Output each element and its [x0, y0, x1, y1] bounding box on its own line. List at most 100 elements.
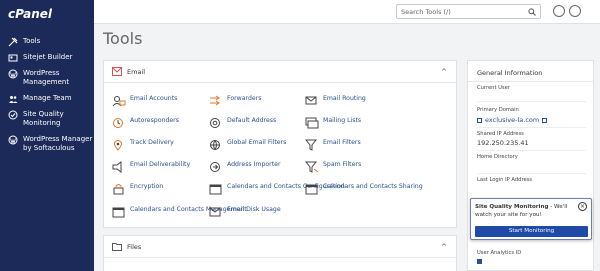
- general-information-title: General Information: [477, 69, 543, 77]
- close-icon[interactable]: ×: [578, 202, 587, 211]
- primary-domain-value: exclusive-la.com: [485, 116, 540, 124]
- disk-usage-icon: [209, 207, 221, 217]
- address-importer-icon: [210, 162, 220, 172]
- divider: [477, 173, 586, 174]
- tool-spam-filters[interactable]: Spam Filters: [305, 161, 361, 173]
- sidebar-item-wordpress-management[interactable]: WordPress Management: [0, 69, 94, 87]
- autoresponders-icon: [113, 118, 123, 128]
- tool-label: Email Disk Usage: [227, 206, 281, 213]
- sidebar: cPanel Tools Sitejet Builder WordPress M…: [0, 0, 94, 271]
- tool-autoresponders[interactable]: Autoresponders: [112, 117, 179, 129]
- divider: [477, 127, 586, 128]
- site-quality-popup: Site Quality Monitoring - We'll watch yo…: [470, 198, 592, 240]
- email-panel-header[interactable]: Email ^: [104, 61, 456, 83]
- external-link-icon: [542, 117, 548, 123]
- tool-calendars-contacts-sharing[interactable]: Calendars and Contacts Sharing: [305, 183, 423, 195]
- sidebar-item-label: Tools: [23, 37, 41, 45]
- tool-global-email-filters[interactable]: Global Email Filters: [209, 139, 286, 151]
- tool-email-accounts[interactable]: Email Accounts: [112, 95, 177, 107]
- lock-icon: [477, 117, 482, 123]
- tool-label: Encryption: [130, 183, 164, 190]
- chevron-up-icon[interactable]: ^: [441, 68, 447, 76]
- email-panel: Email ^ Email Accounts Forwarders Email …: [103, 60, 457, 228]
- tool-email-disk-usage[interactable]: Email Disk Usage: [209, 206, 281, 218]
- divider: [477, 150, 586, 151]
- tool-mailing-lists[interactable]: Mailing Lists: [305, 117, 361, 129]
- sitejet-icon: [8, 54, 18, 62]
- tool-encryption[interactable]: Encryption: [112, 183, 163, 195]
- mailing-lists-icon: [305, 117, 319, 129]
- sidebar-item-tools[interactable]: Tools: [0, 37, 94, 47]
- calendar-manage-icon: [112, 207, 125, 218]
- sidebar-item-label: WordPress Manager by Softaculous: [23, 135, 93, 152]
- search-placeholder: Search Tools (/): [401, 8, 451, 16]
- folder-icon: [112, 243, 122, 251]
- current-user-label: Current User: [477, 85, 510, 91]
- deliverability-icon: [112, 161, 122, 173]
- search-icon: [528, 8, 536, 16]
- tool-email-deliverability[interactable]: Email Deliverability: [112, 161, 190, 173]
- tool-label: Email Deliverability: [130, 161, 191, 168]
- home-directory-label: Home Directory: [477, 154, 518, 160]
- at-sign-icon: [210, 118, 220, 128]
- divider: [477, 101, 586, 102]
- topbar: Search Tools (/): [94, 0, 600, 24]
- calendar-share-icon: [305, 184, 318, 195]
- tool-label: Email Routing: [323, 95, 366, 102]
- tool-email-filters[interactable]: Email Filters: [305, 139, 361, 151]
- tool-track-delivery[interactable]: Track Delivery: [112, 139, 174, 151]
- globe-icon: [210, 140, 220, 151]
- shared-ip-label: Shared IP Address: [477, 131, 524, 137]
- page-title: Tools: [103, 29, 143, 48]
- track-delivery-icon: [113, 140, 123, 151]
- tool-label: Autoresponders: [130, 117, 179, 124]
- sidebar-item-label: WordPress Management: [23, 69, 70, 86]
- notifications-icon[interactable]: [553, 5, 565, 17]
- sidebar-item-sitejet[interactable]: Sitejet Builder: [0, 53, 94, 63]
- filter-icon: [305, 139, 318, 151]
- tool-label: Address Importer: [227, 161, 281, 168]
- sidebar-item-site-quality-monitoring[interactable]: Site Quality Monitoring: [0, 110, 94, 128]
- sidebar-item-label: Sitejet Builder: [23, 53, 73, 61]
- tool-label: Forwarders: [227, 95, 262, 102]
- site-quality-icon: [8, 110, 18, 120]
- wordpress-softaculous-icon: [8, 135, 18, 145]
- primary-domain-label: Primary Domain: [477, 107, 519, 113]
- encryption-icon: [113, 184, 124, 195]
- popup-message: Site Quality Monitoring - We'll watch yo…: [475, 203, 575, 219]
- copy-icon[interactable]: [477, 259, 482, 264]
- shared-ip-value: 192.250.235.41: [477, 139, 529, 147]
- user-menu-icon[interactable]: [569, 5, 581, 17]
- tool-email-routing[interactable]: Email Routing: [305, 95, 366, 107]
- files-panel: Files ^: [103, 235, 457, 271]
- tool-label: Spam Filters: [323, 161, 362, 168]
- spam-filters-icon: [305, 161, 319, 173]
- start-monitoring-button[interactable]: Start Monitoring: [475, 226, 588, 237]
- sidebar-item-wordpress-softaculous[interactable]: WordPress Manager by Softaculous: [0, 135, 94, 153]
- last-login-ip-label: Last Login IP Address: [477, 177, 533, 183]
- tool-label: Mailing Lists: [323, 117, 362, 124]
- cpanel-logo[interactable]: cPanel: [8, 7, 52, 21]
- tool-label: Global Email Filters: [227, 139, 287, 146]
- sidebar-item-label: Site Quality Monitoring: [23, 110, 64, 127]
- chevron-up-icon[interactable]: ^: [441, 243, 447, 251]
- divider: [468, 81, 593, 82]
- tool-label: Email Accounts: [130, 95, 178, 102]
- sidebar-item-manage-team[interactable]: Manage Team: [0, 94, 94, 104]
- tool-default-address[interactable]: Default Address: [209, 117, 276, 129]
- tool-forwarders[interactable]: Forwarders: [209, 95, 261, 107]
- primary-domain-link[interactable]: exclusive-la.com: [477, 116, 548, 124]
- files-panel-header[interactable]: Files ^: [104, 236, 456, 258]
- tool-label: Default Address: [227, 117, 277, 124]
- search-input[interactable]: Search Tools (/): [396, 4, 541, 19]
- files-panel-title: Files: [127, 243, 142, 251]
- envelope-icon: [112, 67, 122, 76]
- tool-label: Calendars and Contacts Sharing: [323, 183, 423, 190]
- email-routing-icon: [305, 96, 317, 105]
- email-panel-title: Email: [127, 68, 146, 76]
- tool-address-importer[interactable]: Address Importer: [209, 161, 281, 173]
- sidebar-item-label: Manage Team: [23, 94, 72, 102]
- forwarders-icon: [210, 95, 220, 106]
- popup-title: Site Quality Monitoring: [475, 204, 549, 210]
- team-icon: [9, 96, 18, 103]
